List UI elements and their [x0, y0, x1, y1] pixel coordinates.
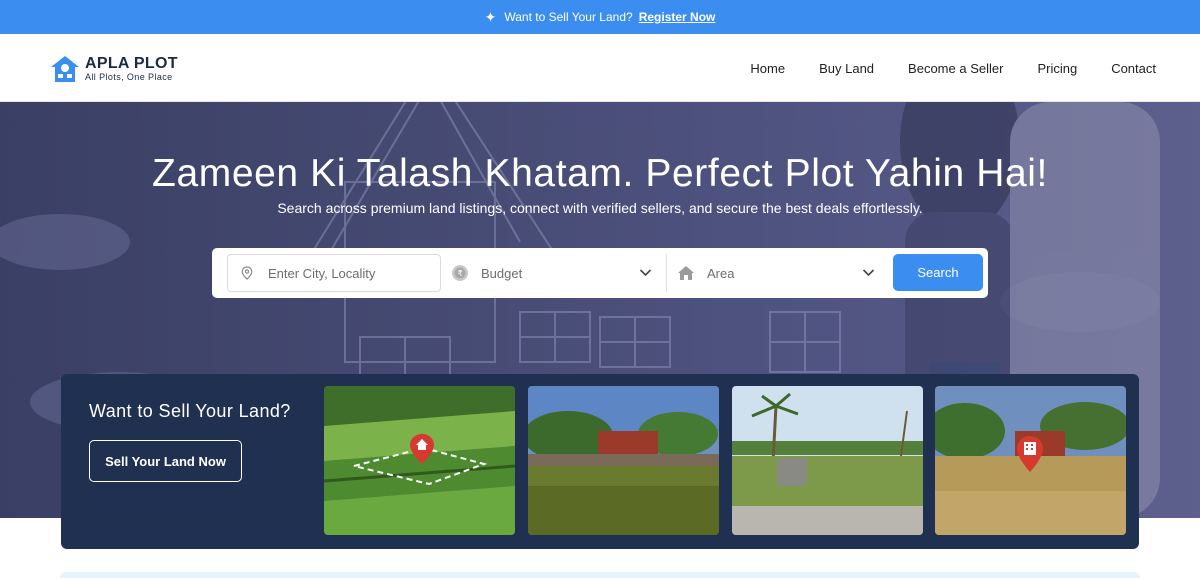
- nav-pricing[interactable]: Pricing: [1037, 61, 1077, 76]
- search-button[interactable]: Search: [893, 254, 983, 291]
- svg-text:₹: ₹: [457, 269, 462, 278]
- map-pin-icon: [238, 264, 256, 282]
- nav-home[interactable]: Home: [750, 61, 785, 76]
- area-select-value: Area: [707, 265, 735, 281]
- sell-land-panel: Want to Sell Your Land? Sell Your Land N…: [61, 374, 1139, 549]
- search-bar: Enter City, Locality ₹ Budget Area Searc…: [212, 248, 988, 298]
- main-nav: Home Buy Land Become a Seller Pricing Co…: [716, 34, 1156, 102]
- sell-your-land-button[interactable]: Sell Your Land Now: [89, 440, 242, 482]
- location-input-placeholder[interactable]: Enter City, Locality: [268, 266, 375, 281]
- brand-name: APLA PLOT: [85, 54, 178, 72]
- nav-become-a-seller[interactable]: Become a Seller: [908, 61, 1003, 76]
- budget-select[interactable]: ₹ Budget: [441, 254, 667, 292]
- next-section-edge: [60, 572, 1140, 578]
- chevron-down-icon: [639, 269, 652, 277]
- aerial-farmland-plot-image: [324, 386, 515, 535]
- hero-title: Zameen Ki Talash Khatam. Perfect Plot Ya…: [152, 152, 1048, 195]
- sparkle-icon: ✦: [484, 9, 497, 25]
- house-logo-icon: [51, 56, 79, 82]
- area-select[interactable]: Area: [667, 254, 889, 292]
- brand-logo[interactable]: APLA PLOT All Plots, One Place: [50, 54, 178, 84]
- announcement-text: Want to Sell Your Land?: [504, 10, 633, 24]
- red-brick-wall-plot-image: [528, 386, 719, 535]
- house-icon: [677, 264, 695, 282]
- rupee-coin-icon: ₹: [451, 264, 469, 282]
- chevron-down-icon: [862, 269, 875, 277]
- sell-panel-title: Want to Sell Your Land?: [89, 401, 291, 421]
- nav-contact[interactable]: Contact: [1111, 61, 1156, 76]
- budget-select-value: Budget: [481, 265, 523, 281]
- palm-tree-grass-plot-image: [732, 386, 923, 535]
- hero-subtitle: Search across premium land listings, con…: [277, 200, 923, 216]
- site-header: APLA PLOT All Plots, One Place Home Buy …: [0, 34, 1200, 102]
- nav-buy-land[interactable]: Buy Land: [819, 61, 874, 76]
- location-field[interactable]: Enter City, Locality: [227, 254, 441, 292]
- register-now-link[interactable]: Register Now: [639, 10, 716, 24]
- empty-plot-image: [935, 386, 1126, 535]
- announcement-bar: ✦ Want to Sell Your Land? Register Now: [0, 0, 1200, 34]
- brand-tagline: All Plots, One Place: [85, 71, 173, 82]
